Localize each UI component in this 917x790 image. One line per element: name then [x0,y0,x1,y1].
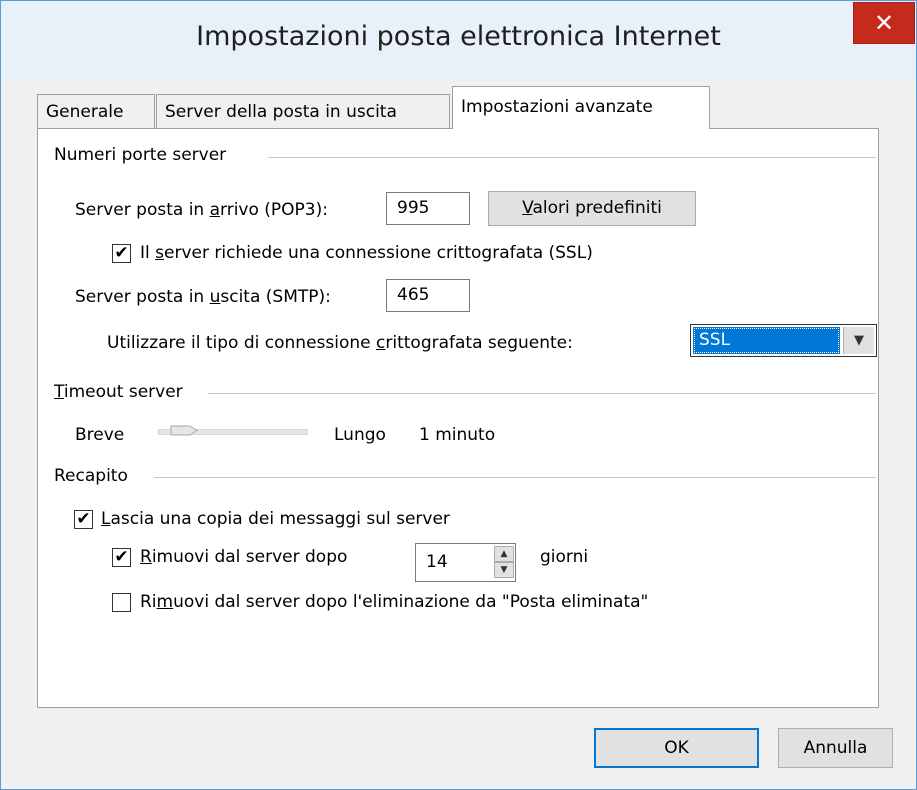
encryption-type-value: SSL [693,327,840,354]
timeout-short-label: Breve [75,425,125,445]
tab-impostazioni-avanzate[interactable]: Impostazioni avanzate [452,86,710,129]
group-divider [208,393,876,394]
window-title: Impostazioni posta elettronica Internet [196,21,721,52]
close-button[interactable]: ✕ [853,2,915,44]
title-bar: Impostazioni posta elettronica Internet … [1,1,916,81]
group-divider [154,477,876,478]
group-label-ports: Numeri porte server [54,145,227,165]
spin-down-icon[interactable]: ▼ [494,562,514,578]
encryption-type-label: Utilizzare il tipo di connessione critto… [107,333,573,353]
tab-label: Impostazioni avanzate [461,97,653,117]
chevron-down-icon[interactable]: ▼ [843,327,874,354]
timeout-long-label: Lungo [334,425,386,445]
remove-after-checkbox[interactable]: ✔ [112,548,131,567]
leave-copy-checkbox[interactable]: ✔ [74,510,93,529]
timeout-value-label: 1 minuto [419,425,496,445]
encryption-type-select[interactable]: SSL ▼ [690,324,877,357]
remove-deleted-checkbox[interactable] [112,593,131,612]
cancel-button[interactable]: Annulla [778,728,893,768]
remove-after-label: Rimuovi dal server dopo [140,547,348,567]
spin-up-icon[interactable]: ▲ [494,546,514,562]
remove-deleted-label: Rimuovi dal server dopo l'eliminazione d… [140,592,649,612]
defaults-button[interactable]: Valori predefiniti [488,191,696,226]
check-icon: ✔ [114,547,129,567]
ssl-required-label: Il server richiede una connessione critt… [140,243,593,263]
check-icon: ✔ [76,509,91,529]
ok-button[interactable]: OK [594,728,759,768]
tab-label: Server della posta in uscita [165,102,397,122]
timeout-slider-thumb[interactable] [170,425,198,436]
days-value: 14 [426,552,448,572]
check-icon: ✔ [114,243,129,263]
outgoing-port-input[interactable]: 465 [386,279,470,312]
tab-generale[interactable]: Generale [37,94,155,128]
dialog-window: Impostazioni posta elettronica Internet … [0,0,917,790]
tab-server-posta-uscita[interactable]: Server della posta in uscita [156,94,450,128]
outgoing-server-label: Server posta in uscita (SMTP): [75,287,331,307]
group-label-delivery: Recapito [54,466,128,486]
ssl-required-checkbox[interactable]: ✔ [112,244,131,263]
tab-label: Generale [46,102,124,122]
days-unit-label: giorni [540,547,589,567]
group-label-timeout: Timeout server [54,382,183,402]
leave-copy-label: Lascia una copia dei messaggi sul server [101,509,450,529]
group-divider [268,157,876,158]
incoming-server-label: Server posta in arrivo (POP3): [75,200,328,220]
close-icon: ✕ [873,9,895,37]
incoming-port-input[interactable]: 995 [386,192,470,225]
